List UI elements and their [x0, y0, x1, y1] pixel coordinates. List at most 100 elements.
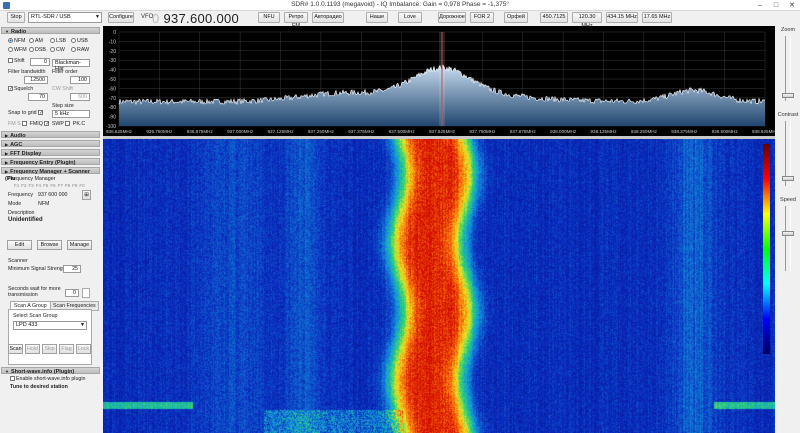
scanner-flag-button[interactable]: Flag — [59, 344, 74, 354]
scanner-hold-button[interactable]: Hold — [25, 344, 40, 354]
mode-radio-raw[interactable]: RAW — [71, 47, 89, 53]
scan-group-select[interactable]: LPD 433 ▼ — [13, 321, 87, 330]
mode-radio-usb[interactable]: USB — [71, 38, 88, 44]
db-tick-label: -60 — [109, 86, 116, 92]
fm-stereo-checkbox[interactable] — [22, 121, 28, 127]
expand-icon: ▶ — [5, 142, 9, 147]
memory-tab[interactable]: F3 — [29, 183, 34, 188]
spectrum-waterfall-area[interactable]: 0 -10 -20 -30 -40 -50 -60 -70 -80 -90 -100 936.625M… — [103, 26, 775, 433]
contrast-knob[interactable] — [782, 176, 794, 181]
manage-button[interactable]: Manage — [67, 240, 92, 250]
vfo-frequency-value: 937.600.000 — [163, 11, 240, 26]
mode-radio-nfm[interactable]: NFM — [8, 38, 25, 44]
freq-tick-label: 938.500MHz — [712, 129, 739, 134]
zoom-label: Zoom — [780, 27, 796, 33]
scanner-scan-button[interactable]: Scan — [8, 344, 23, 354]
speed-slider[interactable] — [785, 206, 791, 271]
scanner-skip-button[interactable]: Skip — [42, 344, 57, 354]
mode-radio-cw[interactable]: CW — [50, 47, 65, 53]
memory-tab[interactable]: F9 — [72, 183, 77, 188]
db-tick-label: -80 — [109, 105, 116, 111]
shift-input[interactable]: 0 — [30, 58, 50, 66]
maximize-icon[interactable]: □ — [768, 0, 784, 11]
min-signal-input[interactable]: 25 — [63, 265, 81, 273]
preset-button[interactable]: FOR 2 — [470, 12, 494, 23]
cw-shift-label: CW Shift — [52, 86, 73, 92]
db-tick-label: 0 — [113, 30, 116, 36]
close-icon[interactable]: ✕ — [784, 0, 800, 11]
step-size-label: Step size — [52, 103, 74, 109]
fmiq-label: FMIQ — [29, 121, 43, 127]
edit-button[interactable]: Edit — [7, 240, 32, 250]
memory-tab[interactable]: F0 — [79, 183, 84, 188]
filter-bandwidth-input[interactable]: 12500 — [24, 76, 48, 84]
snap-label: Snap to grid — [8, 110, 37, 116]
freq-tick-label: 937.125MHz — [267, 129, 294, 134]
section-header[interactable]: ▶ Audio — [1, 131, 100, 139]
snap-to-grid-checkbox[interactable]: Snap to grid ✓ — [8, 110, 44, 116]
shift-checkbox[interactable]: Shift — [8, 58, 25, 64]
section-header[interactable]: ▶ Frequency Manager + Scanner (Plu — [1, 167, 100, 182]
shortwave-section-header[interactable]: ▼ Short-wave.info (Plugin) — [1, 367, 100, 375]
mode-radio-wfm[interactable]: WFM — [8, 47, 27, 53]
preset-button[interactable]: NFU — [258, 12, 280, 23]
preset-button[interactable]: Авторадио — [312, 12, 344, 23]
enable-shortwave-checkbox[interactable]: Enable short-wave.info plugin — [10, 376, 86, 382]
waterfall-display[interactable] — [103, 139, 775, 433]
squelch-checkbox[interactable]: ✓Squelch — [8, 86, 33, 92]
section-header[interactable]: ▶ FFT Display — [1, 149, 100, 157]
preset-button[interactable]: Дорожное — [438, 12, 466, 23]
mode-radio-lsb[interactable]: LSB — [50, 38, 66, 44]
radio-tower-icon[interactable]: ⊞ — [82, 190, 91, 200]
frequency-button[interactable]: 17.65 MHz — [642, 12, 672, 23]
preset-button[interactable]: Ретро FM — [284, 12, 308, 29]
mode-radio-dsb[interactable]: DSB — [29, 47, 46, 53]
swap-checkbox[interactable]: ✓ — [44, 121, 50, 127]
min-signal-label: Minimum Signal Strength — [8, 266, 68, 272]
memory-tab[interactable]: F8 — [65, 183, 70, 188]
memory-tab[interactable]: F7 — [58, 183, 63, 188]
window-select[interactable]: Blackman-Har — [52, 59, 90, 72]
filter-order-input[interactable]: 100 — [70, 76, 90, 84]
preset-button[interactable]: Орфей — [504, 12, 528, 23]
step-size-select[interactable]: 5 kHz — [52, 110, 90, 118]
vfo-frequency[interactable]: 0 937.600.000 — [152, 12, 239, 25]
freq-tick-label: 936.625MHz — [106, 129, 133, 134]
memory-tab[interactable]: F5 — [43, 183, 48, 188]
left-panel: ▼ Radio NFM AM LSB USB WFM DSB CW RAW Shift 0 Bl… — [0, 26, 101, 433]
memory-tab[interactable]: F6 — [50, 183, 55, 188]
section-header[interactable]: ▶ AGC — [1, 140, 100, 148]
stop-button[interactable]: Stop — [7, 12, 25, 23]
frequency-button[interactable]: 120.30 MHz — [572, 12, 602, 29]
seconds-wait-input[interactable]: 0 — [65, 289, 79, 297]
scanner-lock-button[interactable]: Lock — [76, 344, 91, 354]
spectrum-analyzer[interactable]: 0-10-20-30-40-50-60-70-80-90-100936.625M… — [103, 26, 775, 136]
section-header[interactable]: ▶ Frequency Entry (Plugin) — [1, 158, 100, 166]
zoom-knob[interactable] — [782, 93, 794, 98]
minimize-icon[interactable]: – — [752, 0, 768, 11]
cw-shift-input[interactable]: 600 — [70, 93, 90, 101]
freq-tick-label: 937.375MHz — [348, 129, 375, 134]
collapse-icon: ▼ — [5, 29, 9, 34]
memory-tab[interactable]: F1 — [14, 183, 19, 188]
frequency-button[interactable]: 450.7125 — [540, 12, 568, 23]
squelch-input[interactable]: 70 — [28, 93, 48, 101]
configure-button[interactable]: Configure — [108, 12, 134, 23]
mode-label: RAW — [77, 47, 90, 53]
mode-radio-am[interactable]: AM — [29, 38, 43, 44]
memory-tab[interactable]: F4 — [36, 183, 41, 188]
db-tick-label: -70 — [109, 96, 116, 102]
radio-section-header[interactable]: ▼ Radio — [1, 27, 100, 35]
preset-button[interactable]: Наше — [366, 12, 388, 23]
freq-tick-label: 937.750MHz — [469, 129, 496, 134]
frequency-button[interactable]: 434.15 MHz — [606, 12, 638, 23]
memory-tab[interactable]: F2 — [21, 183, 26, 188]
source-select[interactable]: RTL-SDR / USB ▼ — [28, 12, 102, 23]
speed-knob[interactable] — [782, 231, 794, 236]
zoom-slider[interactable] — [785, 36, 791, 101]
browse-button[interactable]: Browse — [37, 240, 62, 250]
wait-spinner[interactable] — [82, 288, 90, 298]
preset-button[interactable]: Love — [398, 12, 422, 23]
db-tick-label: -40 — [109, 68, 116, 74]
pkc-checkbox[interactable] — [65, 121, 71, 127]
